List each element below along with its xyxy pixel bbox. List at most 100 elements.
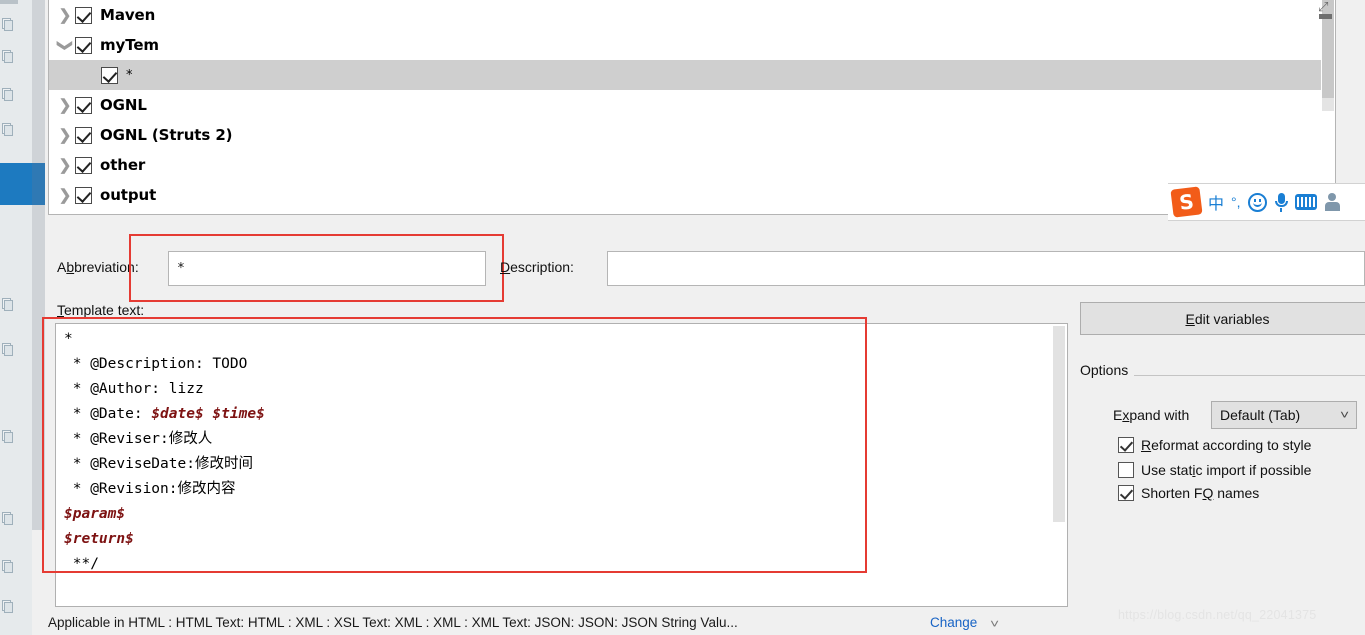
option-checkbox[interactable] (1118, 485, 1134, 501)
tree-vertical-scrollbar[interactable] (1321, 0, 1335, 214)
template-text-label: Template text: (57, 302, 145, 318)
chinese-mode-icon[interactable]: 中 (1208, 190, 1224, 214)
collapse-arrow-icon[interactable]: ⤢ (1318, 0, 1330, 13)
template-text-editor[interactable]: * * @Description: TODO * @Author: lizz *… (55, 323, 1068, 607)
chevron-right-icon[interactable]: ❯ (55, 188, 75, 203)
file-icon[interactable] (2, 512, 13, 525)
template-text-segment: * @Author: lizz (64, 381, 204, 397)
voice-input-icon[interactable] (1274, 192, 1288, 212)
file-icon[interactable] (2, 560, 13, 573)
file-icon[interactable] (2, 88, 13, 101)
edit-variables-label: Edit variables (1185, 310, 1270, 327)
live-templates-tree[interactable]: ❯ Maven ❯ myTem * ❯ OGNL ❯ OGNL (Struts 2) ❯ othe… (48, 0, 1336, 215)
template-text-segment: * @Reviser:修改人 (64, 431, 213, 447)
option-checkbox-label: Shorten FQ names (1141, 485, 1260, 501)
template-text-segment: * @Description: TODO (64, 356, 248, 372)
tree-item-content: Maven (75, 6, 155, 24)
template-text-scrollbar-thumb[interactable] (1053, 326, 1065, 522)
tree-item-checkbox[interactable] (75, 6, 92, 24)
tree-rows-container: ❯ Maven ❯ myTem * ❯ OGNL ❯ OGNL (Struts 2) ❯ othe… (49, 0, 1335, 210)
template-text-segment: * @Date: (64, 406, 152, 422)
chevron-right-icon[interactable]: ❯ (55, 158, 75, 173)
background-window-selected-item-scroll (32, 163, 45, 205)
tree-item-content: other (75, 156, 145, 174)
template-text-line: $param$ (64, 502, 265, 527)
template-text-segment: * @Revision:修改内容 (64, 481, 236, 497)
option-checkbox-row[interactable]: Use static import if possible (1118, 462, 1311, 478)
template-text-content[interactable]: * * @Description: TODO * @Author: lizz *… (64, 327, 265, 577)
tree-row[interactable]: ❯ other (49, 150, 1335, 180)
tree-row[interactable]: ❯ OGNL (Struts 2) (49, 120, 1335, 150)
template-text-line: * @Date: $date$ $time$ (64, 402, 265, 427)
tree-item-label: output (100, 186, 157, 204)
tree-row[interactable]: ❯ Maven (49, 0, 1335, 30)
file-icon[interactable] (2, 600, 13, 613)
options-group-title: Options (1080, 362, 1135, 378)
tree-item-label: OGNL (100, 96, 147, 114)
tree-item-label: myTem (100, 36, 159, 54)
file-icon[interactable] (2, 50, 13, 63)
tree-item-label: * (126, 67, 133, 83)
option-checkbox-label: Use static import if possible (1141, 462, 1312, 478)
change-chevron-down-icon[interactable]: ˅ (990, 617, 999, 631)
minimize-dash-icon[interactable] (1319, 14, 1332, 19)
emoji-icon[interactable] (1247, 192, 1267, 212)
tree-item-label: Maven (100, 6, 156, 24)
tree-item-content: myTem (75, 36, 159, 54)
template-text-line: $return$ (64, 527, 265, 552)
tree-item-checkbox[interactable] (75, 96, 92, 114)
tree-item-checkbox[interactable] (75, 126, 92, 144)
tree-item-checkbox[interactable] (75, 36, 92, 54)
template-text-line: * (64, 327, 265, 352)
sogou-ime-toolbar[interactable]: S 中 °, (1168, 183, 1365, 221)
option-checkbox-row[interactable]: Shorten FQ names (1118, 485, 1259, 501)
expand-with-select[interactable]: Default (Tab) ˅ (1211, 401, 1357, 429)
tree-row[interactable]: ❯ myTem (49, 30, 1335, 60)
chevron-down-icon[interactable]: ❯ (57, 35, 74, 55)
change-contexts-link[interactable]: Change (930, 615, 977, 630)
soft-keyboard-icon[interactable] (1294, 194, 1317, 210)
template-text-line: * @Reviser:修改人 (64, 427, 265, 452)
template-variable: $date$ $time$ (151, 406, 265, 422)
tree-item-checkbox[interactable] (75, 186, 92, 204)
chevron-right-icon[interactable]: ❯ (55, 8, 75, 23)
tree-item-content: OGNL (Struts 2) (75, 126, 233, 144)
option-checkbox[interactable] (1118, 462, 1134, 478)
edit-variables-button[interactable]: Edit variables (1080, 302, 1365, 335)
watermark-text: https://blog.csdn.net/qq_22041375 (1118, 608, 1317, 622)
file-icon[interactable] (2, 430, 13, 443)
tree-scrollbar-thumb-secondary[interactable] (1322, 98, 1334, 111)
tree-row[interactable]: * (49, 60, 1335, 90)
option-checkbox-row[interactable]: Reformat according to style (1118, 437, 1311, 453)
sogou-logo-icon[interactable]: S (1170, 186, 1203, 218)
template-text-segment: **/ (64, 556, 99, 572)
file-icon[interactable] (2, 123, 13, 136)
file-icon[interactable] (2, 18, 13, 31)
template-text-scrollbar[interactable] (1052, 324, 1067, 606)
file-icon[interactable] (2, 298, 13, 311)
background-window-titlebar (0, 0, 18, 4)
tree-row[interactable]: ❯ OGNL (49, 90, 1335, 120)
punctuation-mode-icon[interactable]: °, (1231, 194, 1241, 210)
tree-row[interactable]: ❯ output (49, 180, 1335, 210)
background-window-selected-item (0, 163, 32, 205)
option-checkbox[interactable] (1118, 437, 1134, 453)
abbreviation-input[interactable]: * (168, 251, 486, 286)
expand-with-label: Expand with (1113, 407, 1190, 423)
chevron-right-icon[interactable]: ❯ (55, 128, 75, 143)
tree-item-content: OGNL (75, 96, 147, 114)
chevron-right-icon[interactable]: ❯ (55, 98, 75, 113)
description-label: Description: (500, 259, 574, 275)
file-icon[interactable] (2, 343, 13, 356)
template-text-line: * @Description: TODO (64, 352, 265, 377)
template-text-segment: * (64, 331, 73, 347)
description-input[interactable] (607, 251, 1365, 286)
tree-item-checkbox[interactable] (75, 156, 92, 174)
template-text-segment: * @ReviseDate:修改时间 (64, 456, 253, 472)
applicable-contexts-label: Applicable in HTML : HTML Text: HTML : X… (48, 615, 738, 630)
user-account-icon[interactable] (1324, 193, 1342, 211)
option-checkbox-label: Reformat according to style (1141, 437, 1312, 453)
tree-item-checkbox[interactable] (101, 66, 118, 84)
template-text-line: **/ (64, 552, 265, 577)
background-window-scroll-strip (32, 0, 45, 530)
